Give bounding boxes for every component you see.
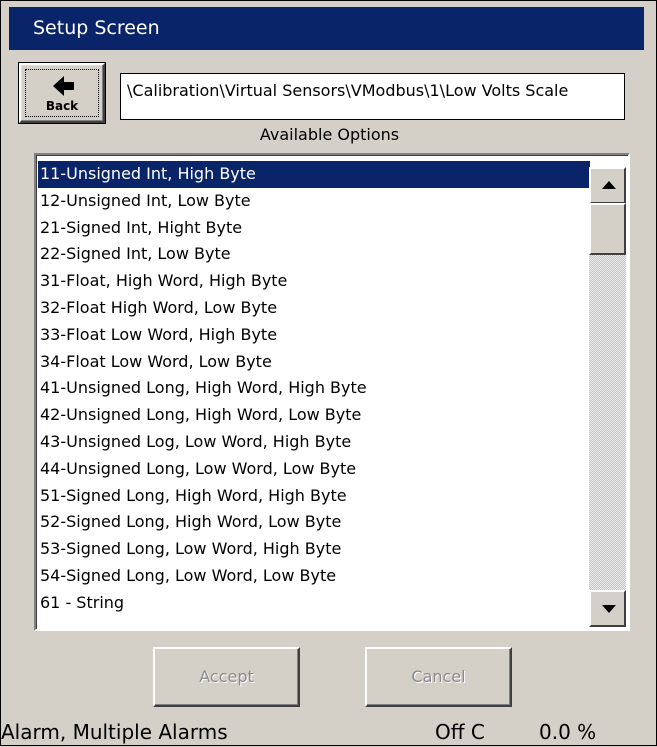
- list-item[interactable]: 12-Unsigned Int, Low Byte: [38, 188, 590, 215]
- cancel-button[interactable]: Cancel: [365, 647, 512, 707]
- options-list: 11-Unsigned Int, High Byte 12-Unsigned In…: [38, 161, 590, 617]
- scroll-down-button[interactable]: [589, 590, 626, 627]
- list-item[interactable]: 34-Float Low Word, Low Byte: [38, 349, 590, 376]
- options-caption: Available Options: [259, 125, 400, 144]
- accept-button[interactable]: Accept: [153, 647, 300, 707]
- list-item[interactable]: 61 - String: [38, 590, 590, 617]
- options-listbox[interactable]: 11-Unsigned Int, High Byte 12-Unsigned In…: [34, 153, 630, 631]
- list-item[interactable]: 42-Unsigned Long, High Word, Low Byte: [38, 402, 590, 429]
- list-item[interactable]: 31-Float, High Word, High Byte: [38, 268, 590, 295]
- list-item[interactable]: 11-Unsigned Int, High Byte: [38, 161, 590, 188]
- back-button[interactable]: Back: [18, 62, 106, 124]
- scrollbar-thumb[interactable]: [589, 203, 626, 255]
- list-item[interactable]: 33-Float Low Word, High Byte: [38, 322, 590, 349]
- window-title: Setup Screen: [9, 7, 644, 50]
- list-item[interactable]: 44-Unsigned Long, Low Word, Low Byte: [38, 456, 590, 483]
- list-item[interactable]: 54-Signed Long, Low Word, Low Byte: [38, 563, 590, 590]
- list-item[interactable]: 21-Signed Int, Hight Byte: [38, 215, 590, 242]
- vertical-scrollbar[interactable]: [589, 167, 626, 627]
- scroll-up-button[interactable]: [589, 167, 626, 204]
- list-item[interactable]: 32-Float High Word, Low Byte: [38, 295, 590, 322]
- back-button-label: Back: [45, 99, 79, 113]
- status-alarm: Alarm, Multiple Alarms: [1, 720, 228, 744]
- status-value: 0.0 %: [539, 720, 597, 744]
- setup-window: Setup Screen Back \Calibration\Virtual S…: [0, 0, 657, 746]
- status-state: Off C: [435, 720, 485, 744]
- scroll-up-arrow-icon: [602, 181, 616, 189]
- list-item[interactable]: 53-Signed Long, Low Word, High Byte: [38, 536, 590, 563]
- left-arrow-icon: [53, 76, 74, 96]
- list-item[interactable]: 22-Signed Int, Low Byte: [38, 241, 590, 268]
- list-item[interactable]: 43-Unsigned Log, Low Word, High Byte: [38, 429, 590, 456]
- scroll-down-arrow-icon: [602, 605, 616, 613]
- list-item[interactable]: 41-Unsigned Long, High Word, High Byte: [38, 375, 590, 402]
- path-field: \Calibration\Virtual Sensors\VModbus\1\L…: [120, 73, 625, 120]
- status-bar: Alarm, Multiple Alarms Off C 0.0 %: [1, 717, 657, 747]
- list-item[interactable]: 51-Signed Long, High Word, High Byte: [38, 483, 590, 510]
- list-item[interactable]: 52-Signed Long, High Word, Low Byte: [38, 509, 590, 536]
- path-text: \Calibration\Virtual Sensors\VModbus\1\L…: [127, 81, 569, 100]
